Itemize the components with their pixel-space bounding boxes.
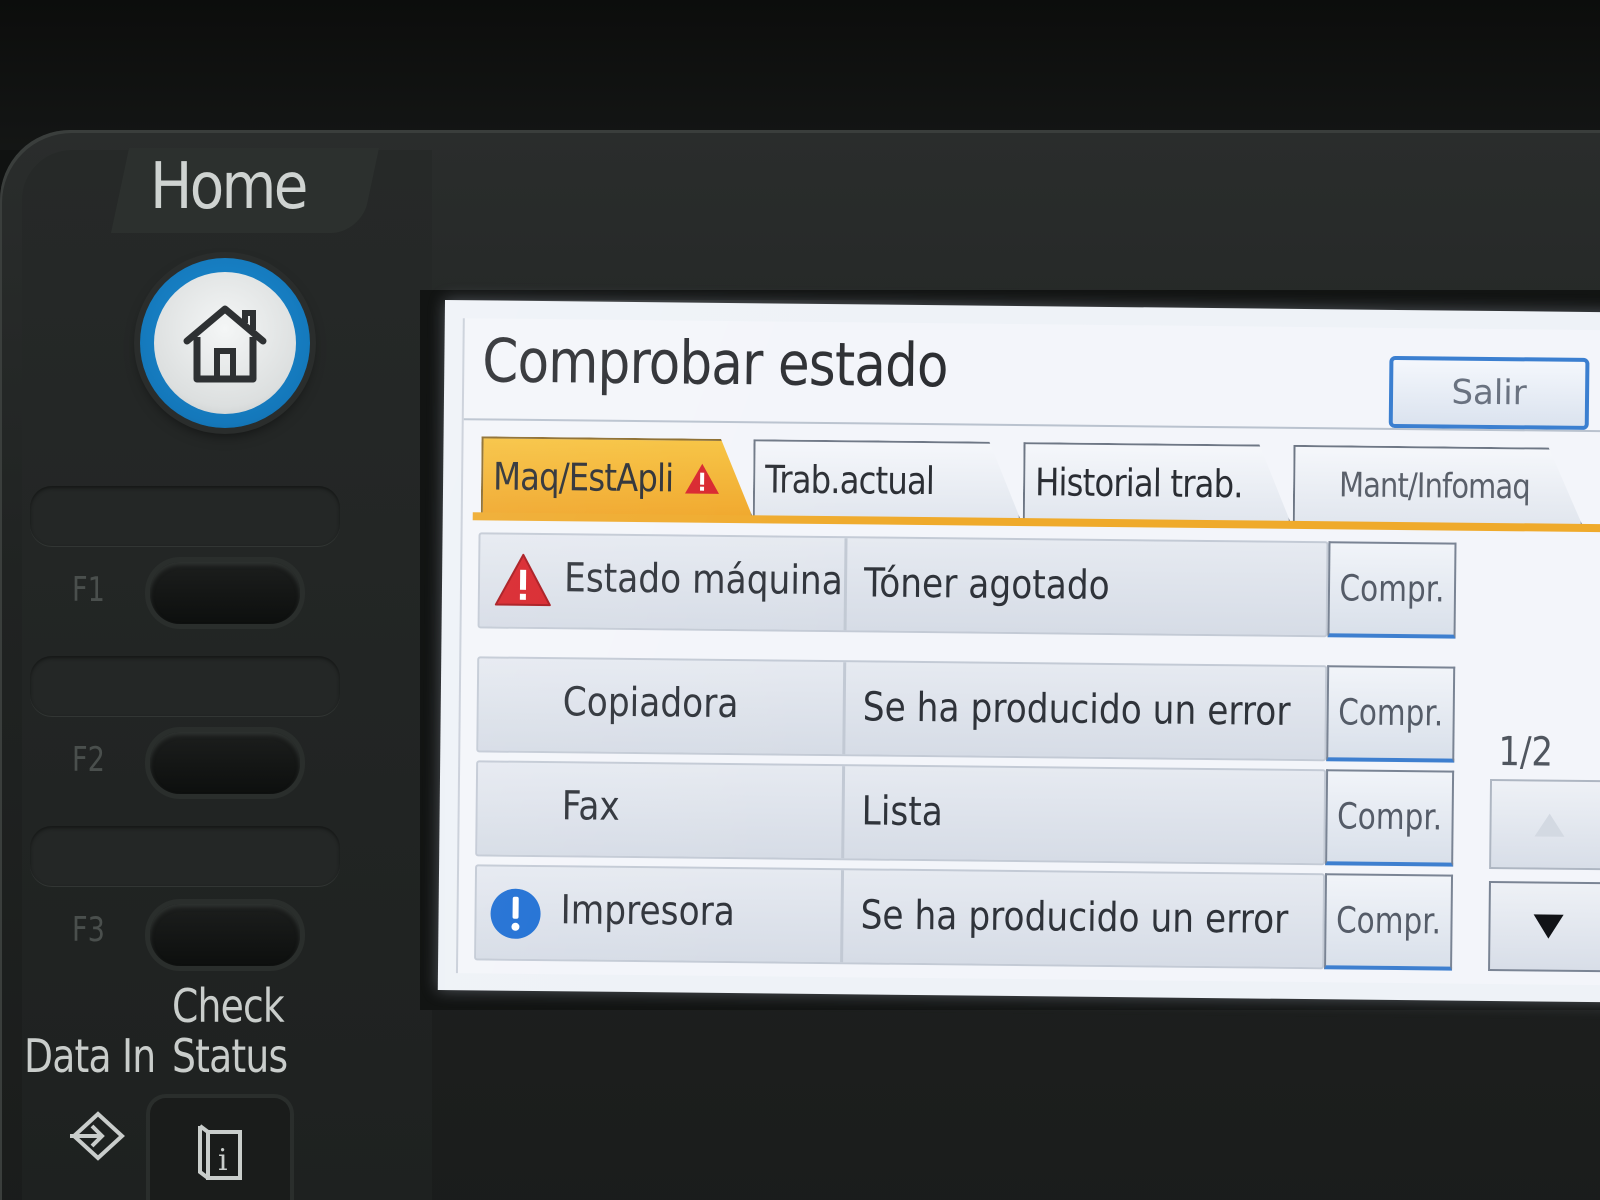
row-label: Copiadora	[562, 679, 739, 728]
status-row-machine: Estado máquina Tóner agotado	[477, 532, 1329, 638]
home-icon	[154, 272, 296, 414]
row-value: Tóner agotado	[863, 560, 1110, 609]
f1-key[interactable]	[150, 562, 300, 624]
tab-maq-estapli[interactable]: Maq/EstApli	[481, 436, 754, 517]
device-photo: Home F1 F2 F3 Check Data In Status i Com…	[0, 0, 1600, 1200]
tab-label: Trab.actual	[764, 457, 935, 504]
tab-label: Mant/Infomaq	[1338, 465, 1531, 508]
check-fax-button[interactable]: Compr.	[1325, 769, 1455, 867]
compr-label: Compr.	[1339, 567, 1445, 610]
info-icon	[488, 886, 543, 945]
check-copier-button[interactable]: Compr.	[1326, 665, 1456, 763]
arrow-up-icon	[1534, 813, 1565, 837]
compr-label: Compr.	[1335, 899, 1442, 942]
warning-icon	[494, 553, 553, 612]
row-label: Impresora	[560, 887, 736, 936]
row-divider	[840, 870, 845, 963]
tab-mant-infomaq[interactable]: Mant/Infomaq	[1293, 445, 1584, 526]
page-indicator: 1/2	[1498, 729, 1554, 776]
check-status-label-line2: Status	[172, 1029, 288, 1083]
f2-label: F2	[72, 740, 105, 780]
f2-key[interactable]	[150, 732, 300, 794]
f1-display-slot	[30, 486, 340, 546]
row-divider	[841, 766, 846, 859]
f1-label: F1	[72, 570, 105, 610]
page-title: Comprobar estado	[481, 326, 949, 402]
tab-label: Historial trab.	[1034, 460, 1243, 507]
f3-key[interactable]	[150, 904, 300, 966]
status-window: Comprobar estado Salir Maq/EstApli Trab.…	[455, 318, 1600, 986]
home-button[interactable]	[140, 258, 310, 428]
exit-button[interactable]: Salir	[1388, 355, 1590, 430]
warning-icon	[683, 462, 721, 496]
tab-historial-trab[interactable]: Historial trab.	[1023, 442, 1292, 523]
arrow-down-icon	[1533, 914, 1564, 939]
svg-text:i: i	[218, 1143, 228, 1178]
status-row-printer: Impresora Se ha producido un error	[474, 864, 1326, 970]
check-status-icon: i	[198, 1124, 242, 1180]
row-value: Se ha producido un error	[860, 892, 1289, 943]
exit-button-label: Salir	[1451, 372, 1527, 414]
data-in-label: Data In	[24, 1029, 156, 1083]
row-value: Lista	[861, 788, 944, 836]
check-status-label-line1: Check	[172, 979, 285, 1033]
check-machine-button[interactable]: Compr.	[1327, 541, 1457, 639]
compr-label: Compr.	[1336, 795, 1443, 838]
scroll-up-button[interactable]	[1489, 778, 1600, 871]
touch-screen: Comprobar estado Salir Maq/EstApli Trab.…	[437, 300, 1600, 1003]
row-value: Se ha producido un error	[862, 684, 1291, 735]
check-status-key[interactable]: i	[150, 1098, 290, 1200]
row-label: Estado máquina	[563, 555, 844, 605]
status-row-fax: Fax Lista	[475, 760, 1327, 866]
status-row-copier: Copiadora Se ha producido un error	[476, 656, 1328, 762]
data-in-icon	[68, 1108, 128, 1168]
row-label: Fax	[561, 783, 621, 830]
compr-label: Compr.	[1338, 691, 1444, 734]
home-label: Home	[150, 150, 308, 224]
check-printer-button[interactable]: Compr.	[1324, 873, 1454, 971]
tab-label: Maq/EstApli	[492, 454, 674, 501]
f3-label: F3	[72, 910, 105, 950]
f2-display-slot	[30, 656, 340, 716]
f3-display-slot	[30, 826, 340, 886]
row-divider	[843, 538, 848, 631]
background	[0, 0, 1600, 150]
tab-trab-actual[interactable]: Trab.actual	[753, 439, 1022, 520]
row-divider	[842, 662, 847, 755]
scroll-down-button[interactable]	[1488, 880, 1600, 973]
